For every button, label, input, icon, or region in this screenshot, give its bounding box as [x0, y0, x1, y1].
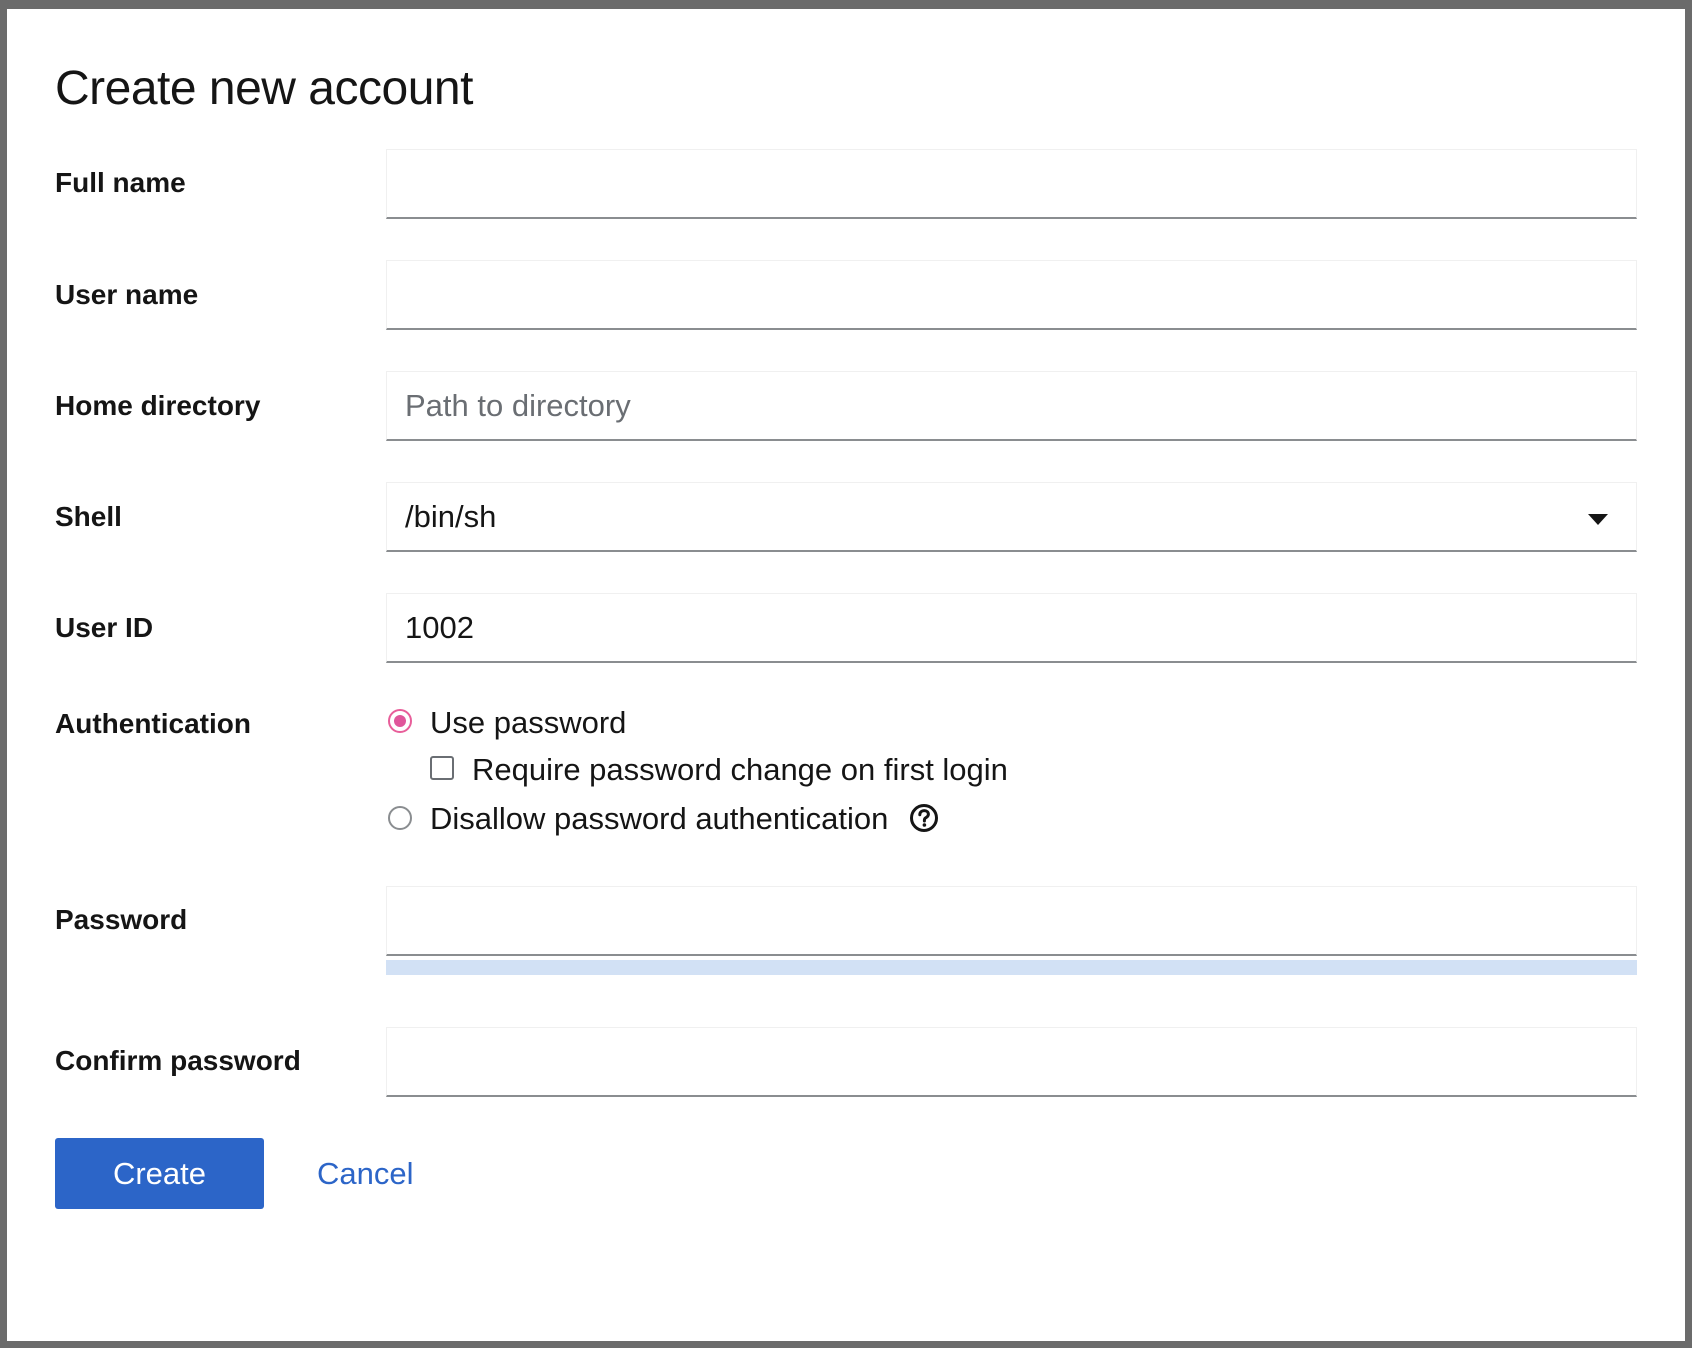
full-name-input[interactable]: [387, 150, 1636, 217]
dialog-title: Create new account: [55, 62, 473, 115]
full-name-label: Full name: [55, 167, 186, 198]
use-password-radio[interactable]: [388, 709, 412, 733]
password-input[interactable]: [387, 887, 1636, 954]
question-circle-icon[interactable]: [909, 803, 939, 833]
password-strength-bar: [386, 960, 1637, 975]
shell-selected-value: /bin/sh: [405, 499, 497, 534]
password-field[interactable]: [386, 886, 1637, 956]
shell-label: Shell: [55, 501, 122, 532]
cancel-button[interactable]: Cancel: [299, 1138, 432, 1209]
create-account-dialog: Create new account Full name User name H…: [7, 9, 1685, 1341]
user-name-field[interactable]: [386, 260, 1637, 330]
create-button[interactable]: Create: [55, 1138, 264, 1209]
authentication-label: Authentication: [55, 708, 251, 739]
require-password-change-checkbox[interactable]: [430, 756, 454, 780]
disallow-password-radio[interactable]: [388, 806, 412, 830]
user-id-label: User ID: [55, 612, 154, 643]
user-id-field[interactable]: [386, 593, 1637, 663]
confirm-password-input[interactable]: [387, 1028, 1636, 1095]
confirm-password-label: Confirm password: [55, 1045, 301, 1076]
shell-select[interactable]: /bin/sh: [386, 482, 1637, 552]
confirm-password-field[interactable]: [386, 1027, 1637, 1097]
user-name-label: User name: [55, 279, 199, 310]
use-password-label[interactable]: Use password: [430, 705, 626, 741]
home-directory-label: Home directory: [55, 390, 261, 421]
home-directory-input[interactable]: [387, 372, 1636, 439]
user-id-input[interactable]: [387, 594, 1636, 661]
home-directory-field[interactable]: [386, 371, 1637, 441]
require-password-change-label[interactable]: Require password change on first login: [472, 752, 1008, 788]
password-label: Password: [55, 904, 188, 935]
full-name-field[interactable]: [386, 149, 1637, 219]
disallow-password-label[interactable]: Disallow password authentication: [430, 801, 888, 837]
caret-down-icon: [1588, 514, 1608, 525]
user-name-input[interactable]: [387, 261, 1636, 328]
